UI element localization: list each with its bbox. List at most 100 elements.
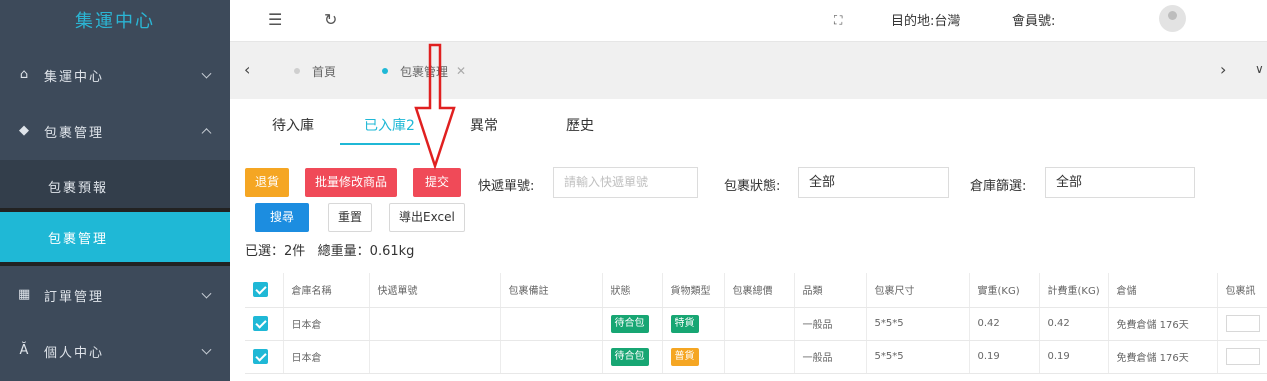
tab-history[interactable]: 歷史 — [566, 115, 594, 135]
table-header-cell: 包裹總價 — [724, 273, 795, 308]
status-label: 包裹狀態: — [724, 179, 781, 194]
package-info-input[interactable] — [1225, 348, 1260, 365]
status-badge: 待合包 — [610, 347, 649, 366]
cell-storage: 免費倉儲 176天 — [1108, 340, 1218, 374]
row-checkbox[interactable] — [245, 340, 284, 374]
table-header-cell: 品類 — [794, 273, 867, 308]
table-header-cell: 狀態 — [602, 273, 663, 308]
status-select[interactable]: 全部 — [798, 167, 949, 198]
menu-toggle-icon[interactable]: ☰ — [268, 12, 282, 28]
cell-note — [500, 340, 603, 374]
cell-status: 待合包 — [602, 340, 663, 374]
status-badge: 待合包 — [610, 314, 649, 333]
cell-package-info — [1217, 307, 1267, 341]
sidebar-subitem-label: 包裹管理 — [48, 231, 109, 247]
sidebar-item-shipping-center[interactable]: ⌂ 集運中心 — [0, 47, 230, 103]
sidebar-item-label: 個人中心 — [44, 345, 105, 361]
tag-label: 首頁 — [312, 64, 337, 79]
cell-cargo: 特貨 — [662, 307, 725, 341]
table-header-cell: 快遞單號 — [369, 273, 501, 308]
cell-category: 一般品 — [794, 340, 867, 374]
sidebar-subitem-package-management[interactable]: 包裹管理 — [0, 212, 230, 262]
tags-bar: ‹ 首頁 包裹管理 ✕ › ∨ — [230, 41, 1267, 99]
table-row[interactable]: 日本倉 待合包 普貨 一般品 5*5*5 0.19 0.19 免費倉儲 176天 — [245, 340, 1267, 374]
checkbox-checked-icon — [253, 316, 268, 331]
table-header-cell: 貨物類型 — [662, 273, 725, 308]
chevron-down-icon[interactable]: ∨ — [1255, 62, 1264, 76]
avatar[interactable] — [1159, 5, 1186, 32]
batch-edit-button[interactable]: 批量修改商品 — [305, 168, 398, 197]
order-icon: ▦ — [18, 287, 33, 302]
select-all-checkbox[interactable] — [245, 273, 284, 308]
cell-category: 一般品 — [794, 307, 867, 341]
table-header-cell: 包裹訊 — [1217, 273, 1267, 308]
cargo-type-badge: 特貨 — [670, 314, 699, 333]
sidebar-item-package-management[interactable]: ◆ 包裹管理 — [0, 103, 230, 159]
cargo-type-badge: 普貨 — [670, 347, 699, 366]
tags-scroll-left-icon[interactable]: ‹ — [244, 60, 250, 79]
table-header-cell: 實重(KG) — [969, 273, 1040, 308]
table-row[interactable]: 日本倉 待合包 特貨 一般品 5*5*5 0.42 0.42 免費倉儲 176天 — [245, 307, 1267, 341]
cell-warehouse: 日本倉 — [283, 340, 370, 374]
home-icon: ⌂ — [19, 67, 31, 82]
package-info-input[interactable] — [1225, 315, 1260, 332]
cell-status: 待合包 — [602, 307, 663, 341]
selection-summary: 已選：2件 總重量：0.61kg — [245, 244, 415, 259]
cell-cargo: 普貨 — [662, 340, 725, 374]
reset-button[interactable]: 重置 — [328, 203, 373, 232]
table-header-cell: 包裹尺寸 — [866, 273, 970, 308]
divider — [0, 262, 230, 266]
cell-note — [500, 307, 603, 341]
package-table: 倉庫名稱 快遞單號 包裹備註 狀態 貨物類型 包裹總價 品類 包裹尺寸 實重(K… — [245, 273, 1267, 374]
sidebar-item-label: 包裹管理 — [44, 125, 105, 141]
checkbox-checked-icon — [253, 282, 268, 298]
table-header-row: 倉庫名稱 快遞單號 包裹備註 狀態 貨物類型 包裹總價 品類 包裹尺寸 實重(K… — [245, 273, 1267, 308]
top-header: ☰ ↻ ⛶ 目的地:台灣 會員號: — [230, 0, 1267, 41]
return-button[interactable]: 退貨 — [245, 168, 290, 197]
tracking-number-input[interactable]: 請輸入快遞單號 — [553, 167, 698, 198]
search-button[interactable]: 搜尋 — [255, 203, 310, 232]
tag-dot-icon — [294, 68, 300, 74]
table-header-cell: 包裹備註 — [500, 273, 603, 308]
tab-pending-warehouse[interactable]: 待入庫 — [272, 115, 314, 135]
tags-scroll-right-icon[interactable]: › — [1220, 60, 1226, 79]
cell-warehouse: 日本倉 — [283, 307, 370, 341]
cell-storage: 免費倉儲 176天 — [1108, 307, 1218, 341]
submit-button[interactable]: 提交 — [413, 168, 462, 197]
cell-tracking — [369, 340, 501, 374]
warehouse-label: 倉庫篩選: — [970, 179, 1027, 194]
package-icon: ◆ — [19, 123, 31, 138]
cell-billed-weight: 0.19 — [1039, 340, 1109, 374]
sidebar-subitem-package-forecast[interactable]: 包裹預報 — [0, 160, 230, 212]
sidebar-item-personal-center[interactable]: Ᾰ 個人中心 — [0, 323, 230, 379]
cell-billed-weight: 0.42 — [1039, 307, 1109, 341]
export-excel-button[interactable]: 導出Excel — [389, 203, 465, 232]
refresh-icon[interactable]: ↻ — [324, 12, 337, 28]
tab-in-warehouse[interactable]: 已入庫2 — [364, 115, 415, 135]
tag-home[interactable]: 首頁 — [294, 42, 336, 100]
destination-text: 目的地:台灣 — [891, 14, 961, 29]
sidebar-item-label: 訂單管理 — [44, 289, 105, 305]
sidebar-logo: 集運中心 — [75, 11, 155, 32]
sidebar: 集運中心 ⌂ 集運中心 ◆ 包裹管理 包裹預報 包裹管理 ▦ 訂單管理 Ᾰ 個人… — [0, 0, 230, 381]
sidebar-item-label: 集運中心 — [44, 69, 105, 85]
chevron-down-icon — [201, 288, 212, 299]
chevron-up-icon — [201, 128, 212, 139]
cell-size: 5*5*5 — [866, 307, 970, 341]
tracking-label: 快遞單號: — [478, 179, 535, 194]
chevron-down-icon — [201, 68, 212, 79]
cell-tracking — [369, 307, 501, 341]
fullscreen-icon[interactable]: ⛶ — [834, 12, 842, 28]
annotation-arrow-icon — [414, 43, 456, 170]
cell-actual-weight: 0.42 — [969, 307, 1040, 341]
sidebar-item-order-management[interactable]: ▦ 訂單管理 — [0, 267, 230, 323]
warehouse-select[interactable]: 全部 — [1045, 167, 1195, 198]
cell-package-info — [1217, 340, 1267, 374]
row-checkbox[interactable] — [245, 307, 284, 341]
cell-size: 5*5*5 — [866, 340, 970, 374]
tab-exception[interactable]: 異常 — [470, 115, 498, 135]
table-header-cell: 計費重(KG) — [1039, 273, 1109, 308]
cell-price — [724, 307, 795, 341]
cell-price — [724, 340, 795, 374]
table-header-cell: 倉庫名稱 — [283, 273, 370, 308]
